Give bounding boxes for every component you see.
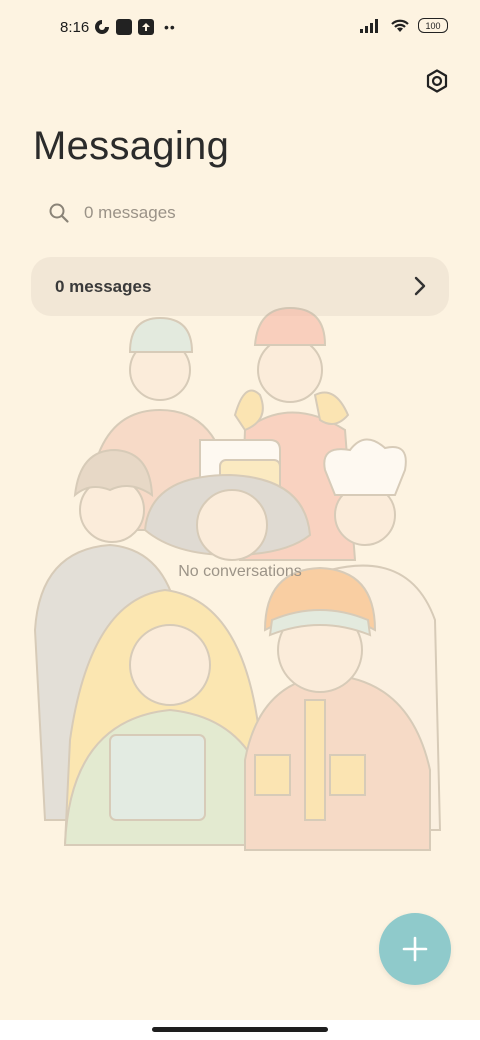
- more-notifications-icon: ••: [164, 19, 176, 35]
- system-icons: 100: [360, 18, 448, 33]
- new-message-button[interactable]: [379, 913, 451, 985]
- notification-icons: ••: [94, 19, 176, 35]
- status-bar: 8:16 •• 100: [0, 0, 480, 56]
- app-notification-icon: [95, 20, 109, 34]
- settings-icon: [426, 69, 448, 93]
- signal-icon: [360, 18, 378, 33]
- search-icon: [49, 203, 69, 223]
- chevron-right-icon: [414, 276, 426, 296]
- empty-state-text: No conversations: [178, 563, 302, 580]
- page-title: Messaging: [33, 124, 230, 168]
- plus-icon: [402, 936, 428, 962]
- home-indicator[interactable]: [152, 1027, 328, 1032]
- status-time: 8:16: [60, 19, 90, 36]
- app-square-icon: [116, 19, 132, 35]
- search-placeholder: 0 messages: [84, 203, 176, 222]
- upload-icon: [138, 19, 154, 35]
- battery-icon: 100: [418, 18, 448, 33]
- search-bar[interactable]: 0 messages: [48, 196, 428, 230]
- messages-count-label: 0 messages: [55, 276, 152, 296]
- settings-button[interactable]: [422, 66, 452, 96]
- wifi-icon: [391, 19, 409, 32]
